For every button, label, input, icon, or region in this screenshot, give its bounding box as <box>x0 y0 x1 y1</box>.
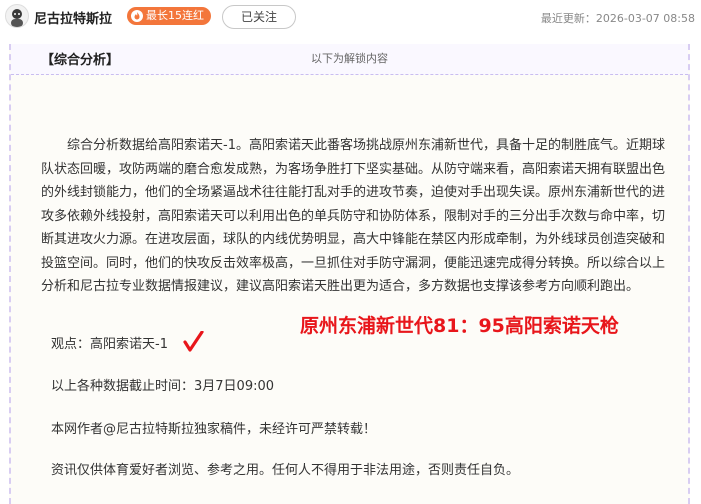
section-title: 【综合分析】 <box>41 53 120 68</box>
streak-badge: 最长15连红 <box>127 7 211 25</box>
score-overlay: 原州东浦新世代81：95高阳索诺天枪 <box>300 315 619 337</box>
streak-label: 最长15连红 <box>146 9 204 22</box>
flame-icon <box>131 10 143 22</box>
copyright-notice: 本网作者@尼古拉特斯拉独家稿件，未经许可严禁转载！ <box>51 422 377 437</box>
analysis-paragraph: 综合分析数据给高阳索诺天-1。高阳索诺天此番客场挑战原州东浦新世代，具备十足的制… <box>41 138 666 294</box>
author-name[interactable]: 尼古拉特斯拉 <box>34 8 112 27</box>
author-avatar[interactable] <box>5 4 29 28</box>
checkmark-icon <box>183 331 204 352</box>
follow-button[interactable]: 已关注 <box>222 5 296 29</box>
disclaimer-text: 资讯仅供体育爱好者浏览、参考之用。任何人不得用于非法用途，否则责任自负。 <box>51 463 520 478</box>
updated-timestamp: 最近更新：2026-03-07 08:58 <box>540 12 695 25</box>
article-body: 【综合分析】 <box>41 46 665 72</box>
article-header: 尼古拉特斯拉 最长15连红 已关注 最近更新：2026-03-07 08:58 <box>0 0 701 36</box>
viewpoint-text: 观点：高阳索诺天-1 <box>51 337 168 352</box>
data-cutoff-text: 以上各种数据截止时间：3月7日09:00 <box>51 379 275 394</box>
